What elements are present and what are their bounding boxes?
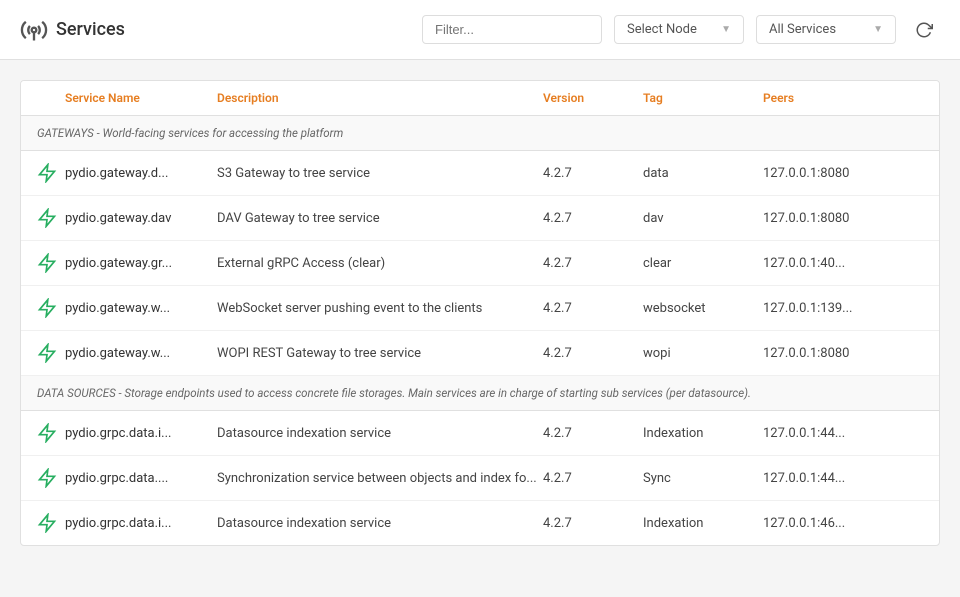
tag-cell: clear	[643, 256, 763, 271]
table-row[interactable]: pydio.gateway.w... WebSocket server push…	[21, 286, 939, 331]
peers-cell: 127.0.0.1:8080	[763, 166, 923, 181]
version-cell: 4.2.7	[543, 346, 643, 361]
section-label-0: GATEWAYS - World-facing services for acc…	[21, 116, 939, 151]
app-logo: Services	[20, 16, 125, 44]
peers-cell: 127.0.0.1:40...	[763, 256, 923, 271]
service-name-cell: pydio.grpc.data.i...	[37, 423, 217, 443]
description-cell: Datasource indexation service	[217, 426, 543, 441]
version-cell: 4.2.7	[543, 471, 643, 486]
service-name-cell: pydio.gateway.w...	[37, 298, 217, 318]
peers-cell: 127.0.0.1:8080	[763, 211, 923, 226]
all-services-label: All Services	[769, 22, 836, 37]
table-row[interactable]: pydio.gateway.d... S3 Gateway to tree se…	[21, 151, 939, 196]
service-status-icon	[37, 163, 57, 183]
table-row[interactable]: pydio.grpc.data.... Synchronization serv…	[21, 456, 939, 501]
antenna-icon	[20, 16, 48, 44]
tag-cell: wopi	[643, 346, 763, 361]
version-cell: 4.2.7	[543, 166, 643, 181]
col-version: Version	[543, 91, 643, 105]
peers-cell: 127.0.0.1:46...	[763, 516, 923, 531]
table-row[interactable]: pydio.grpc.data.i... Datasource indexati…	[21, 411, 939, 456]
version-cell: 4.2.7	[543, 211, 643, 226]
table-header: Service Name Description Version Tag Pee…	[21, 81, 939, 116]
description-cell: DAV Gateway to tree service	[217, 211, 543, 226]
version-cell: 4.2.7	[543, 516, 643, 531]
description-cell: S3 Gateway to tree service	[217, 166, 543, 181]
section-label-1: DATA SOURCES - Storage endpoints used to…	[21, 376, 939, 411]
service-status-icon	[37, 298, 57, 318]
all-services-dropdown[interactable]: All Services ▼	[756, 15, 896, 44]
version-cell: 4.2.7	[543, 301, 643, 316]
table-row[interactable]: pydio.gateway.dav DAV Gateway to tree se…	[21, 196, 939, 241]
service-name-text: pydio.gateway.w...	[65, 346, 170, 361]
table-row[interactable]: pydio.grpc.data.i... Datasource indexati…	[21, 501, 939, 545]
service-name-cell: pydio.grpc.data....	[37, 468, 217, 488]
service-name-cell: pydio.gateway.dav	[37, 208, 217, 228]
col-description: Description	[217, 91, 543, 105]
description-cell: Synchronization service between objects …	[217, 471, 543, 486]
select-node-dropdown[interactable]: Select Node ▼	[614, 15, 744, 44]
service-name-cell: pydio.grpc.data.i...	[37, 513, 217, 533]
description-cell: WOPI REST Gateway to tree service	[217, 346, 543, 361]
service-status-icon	[37, 423, 57, 443]
service-status-icon	[37, 468, 57, 488]
peers-cell: 127.0.0.1:139...	[763, 301, 923, 316]
chevron-down-icon: ▼	[873, 24, 883, 35]
tag-cell: websocket	[643, 301, 763, 316]
header: Services Select Node ▼ All Services ▼	[0, 0, 960, 60]
service-status-icon	[37, 253, 57, 273]
description-cell: External gRPC Access (clear)	[217, 256, 543, 271]
service-name-cell: pydio.gateway.gr...	[37, 253, 217, 273]
description-cell: Datasource indexation service	[217, 516, 543, 531]
service-name-text: pydio.grpc.data.i...	[65, 426, 171, 441]
tag-cell: Indexation	[643, 516, 763, 531]
service-name-text: pydio.gateway.gr...	[65, 256, 172, 271]
service-name-text: pydio.gateway.d...	[65, 166, 168, 181]
app-title: Services	[56, 19, 125, 40]
col-peers: Peers	[763, 91, 923, 105]
tag-cell: dav	[643, 211, 763, 226]
service-status-icon	[37, 343, 57, 363]
service-status-icon	[37, 208, 57, 228]
tag-cell: Sync	[643, 471, 763, 486]
version-cell: 4.2.7	[543, 256, 643, 271]
version-cell: 4.2.7	[543, 426, 643, 441]
chevron-down-icon: ▼	[721, 24, 731, 35]
col-service-name: Service Name	[37, 91, 217, 105]
service-name-text: pydio.gateway.w...	[65, 301, 170, 316]
refresh-icon	[915, 21, 933, 39]
services-table: Service Name Description Version Tag Pee…	[20, 80, 940, 546]
service-name-text: pydio.gateway.dav	[65, 211, 171, 226]
tag-cell: Indexation	[643, 426, 763, 441]
peers-cell: 127.0.0.1:8080	[763, 346, 923, 361]
service-status-icon	[37, 513, 57, 533]
peers-cell: 127.0.0.1:44...	[763, 471, 923, 486]
description-cell: WebSocket server pushing event to the cl…	[217, 301, 543, 316]
service-name-text: pydio.grpc.data....	[65, 471, 168, 486]
service-name-cell: pydio.gateway.w...	[37, 343, 217, 363]
table-row[interactable]: pydio.gateway.gr... External gRPC Access…	[21, 241, 939, 286]
service-name-text: pydio.grpc.data.i...	[65, 516, 171, 531]
table-body: GATEWAYS - World-facing services for acc…	[21, 116, 939, 545]
table-row[interactable]: pydio.gateway.w... WOPI REST Gateway to …	[21, 331, 939, 376]
refresh-button[interactable]	[908, 14, 940, 46]
col-tag: Tag	[643, 91, 763, 105]
select-node-label: Select Node	[627, 22, 697, 37]
peers-cell: 127.0.0.1:44...	[763, 426, 923, 441]
tag-cell: data	[643, 166, 763, 181]
filter-input[interactable]	[422, 15, 602, 44]
service-name-cell: pydio.gateway.d...	[37, 163, 217, 183]
main-content: Service Name Description Version Tag Pee…	[0, 60, 960, 566]
